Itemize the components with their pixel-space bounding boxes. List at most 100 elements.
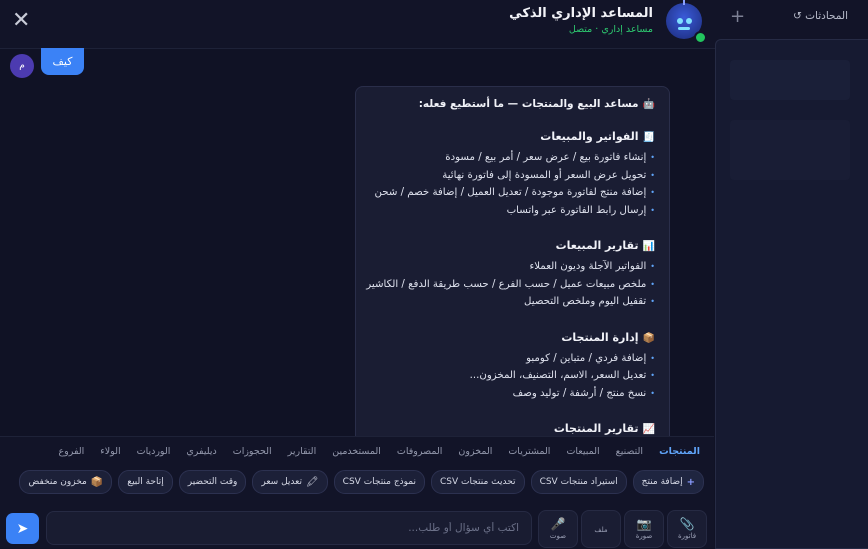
section-title-text: تقارير المبيعات <box>555 239 639 252</box>
chip-label: وقت التحضير <box>187 477 238 487</box>
close-icon[interactable]: ✕ <box>12 8 30 33</box>
bar-chart-icon: 📊 <box>642 241 655 252</box>
conversations-sidebar <box>715 39 868 549</box>
camera-icon: 📷 <box>636 517 652 531</box>
online-status-dot <box>694 31 707 44</box>
tool-label: صورة <box>635 532 653 540</box>
assistant-title: المساعد الإداري الذكي <box>509 6 653 21</box>
assistant-status: مساعد إداري · متصل <box>568 24 653 35</box>
section-title-text: إدارة المنتجات <box>561 330 639 344</box>
receipt-icon: 🧾 <box>642 132 655 143</box>
composer: ➤ 🎤صوت ملف 📷صورة 📎فاتورة <box>0 507 714 548</box>
list-item: نسخ منتج / أرشفة / توليد وصف <box>356 385 655 403</box>
tool-label: فاتورة <box>677 532 697 540</box>
chip-label: مخزون منخفض <box>28 477 87 487</box>
section-products-reports: 📈تقارير المنتجات <box>356 422 655 435</box>
tab-manufacturing[interactable]: التصنيع <box>608 446 651 457</box>
crayon-icon: 🖍 <box>305 476 319 488</box>
history-label[interactable]: ↺ المحادثات <box>789 10 848 22</box>
plus-icon: + <box>686 476 695 488</box>
section-sales-reports: 📊تقارير المبيعات الفواتير الآجلة وديون ا… <box>356 239 655 311</box>
section-invoices: 🧾الفواتير والمبيعات إنشاء فاتورة بيع / ع… <box>356 130 655 219</box>
package-icon: 📦 <box>90 476 104 488</box>
trend-chart-icon: 📈 <box>642 424 655 435</box>
section-title: 📊تقارير المبيعات <box>356 239 655 252</box>
tab-sales[interactable]: المبيعات <box>558 446 607 457</box>
section-title: 📈تقارير المنتجات <box>356 422 655 435</box>
section-title-text: تقارير المنتجات <box>553 422 639 435</box>
send-icon: ➤ <box>16 520 29 537</box>
tab-shifts[interactable]: الورديات <box>129 446 179 457</box>
send-button[interactable]: ➤ <box>6 513 39 544</box>
list-item: الفواتير الآجلة وديون العملاء <box>356 258 655 276</box>
conversation-placeholder <box>730 120 850 180</box>
package-icon: 📦 <box>642 332 655 344</box>
microphone-icon: 🎤 <box>550 517 566 531</box>
bot-message: 🤖مساعد البيع والمنتجات — ما أستطيع فعله:… <box>355 86 670 436</box>
bottom-panel: المنتجات التصنيع المبيعات المشتريات المخ… <box>0 436 714 548</box>
chat-area: م كيف 🤖مساعد البيع والمنتجات — ما أستطيع… <box>0 48 714 436</box>
sale-availability-chip[interactable]: إتاحة البيع <box>118 470 173 494</box>
list-item: تعديل السعر، الاسم، التصنيف، المخزون... <box>356 367 655 385</box>
invoice-button[interactable]: 📎 فاتورة <box>667 510 707 548</box>
section-title-text: الفواتير والمبيعات <box>540 130 639 143</box>
robot-antenna <box>683 0 685 5</box>
bot-avatar <box>666 0 707 44</box>
assistant-title-block: المساعد الإداري الذكي مساعد إداري · متصل <box>509 6 653 35</box>
robot-eye-left <box>677 18 683 24</box>
quick-actions: + إضافة منتج استيراد منتجات CSV تحديث منت… <box>19 470 704 494</box>
file-button[interactable]: ملف <box>581 510 621 548</box>
user-avatar: م <box>10 54 34 78</box>
tab-inventory[interactable]: المخزون <box>450 446 500 457</box>
bot-message-heading: 🤖مساعد البيع والمنتجات — ما أستطيع فعله: <box>356 98 655 110</box>
tab-purchases[interactable]: المشتريات <box>500 446 558 457</box>
edit-price-chip[interactable]: 🖍 تعديل سعر <box>252 470 328 494</box>
chip-label: استيراد منتجات CSV <box>539 477 618 487</box>
update-csv-chip[interactable]: تحديث منتجات CSV <box>431 470 525 494</box>
csv-template-chip[interactable]: نموذج منتجات CSV <box>333 470 426 494</box>
robot-icon: 🤖 <box>642 99 655 110</box>
tool-label: صوت <box>549 532 567 540</box>
history-icon: ↺ <box>792 10 802 22</box>
chip-label: إضافة منتج <box>641 477 683 487</box>
history-label-text: المحادثات <box>805 10 848 22</box>
category-tabs: المنتجات التصنيع المبيعات المشتريات المخ… <box>50 446 700 457</box>
prep-time-chip[interactable]: وقت التحضير <box>178 470 247 494</box>
bot-heading-text: مساعد البيع والمنتجات — ما أستطيع فعله: <box>418 98 639 110</box>
list-item: إضافة منتج لفاتورة موجودة / تعديل العميل… <box>356 184 655 202</box>
import-csv-chip[interactable]: استيراد منتجات CSV <box>530 470 627 494</box>
conversation-placeholder <box>730 60 850 100</box>
voice-button[interactable]: 🎤 صوت <box>538 510 578 548</box>
tool-label: ملف <box>594 526 608 534</box>
tab-delivery[interactable]: ديليفري <box>178 446 224 457</box>
tab-loyalty[interactable]: الولاء <box>92 446 128 457</box>
tab-branches[interactable]: الفروع <box>50 446 92 457</box>
tab-users[interactable]: المستخدمين <box>324 446 389 457</box>
list-item: إرسال رابط الفاتورة عبر واتساب <box>356 202 655 220</box>
tab-products[interactable]: المنتجات <box>651 446 700 457</box>
section-title: 📦إدارة المنتجات <box>356 331 655 344</box>
tab-expenses[interactable]: المصروفات <box>389 446 450 457</box>
list-item: إضافة فردي / متباين / كومبو <box>356 350 655 368</box>
message-input[interactable] <box>46 511 532 545</box>
list-item: تقفيل اليوم وملخص التحصيل <box>356 293 655 311</box>
chip-label: نموذج منتجات CSV <box>342 477 417 487</box>
section-products-management: 📦إدارة المنتجات إضافة فردي / متباين / كو… <box>356 331 655 403</box>
list-item: تحويل عرض السعر أو المسودة إلى فاتورة نه… <box>356 167 655 185</box>
tab-reports[interactable]: التقارير <box>280 446 325 457</box>
chip-label: تعديل سعر <box>261 477 302 487</box>
paperclip-icon: 📎 <box>679 517 695 531</box>
list-item: إنشاء فاتورة بيع / عرض سعر / أمر بيع / م… <box>356 149 655 167</box>
low-stock-chip[interactable]: 📦 مخزون منخفض <box>19 470 113 494</box>
tab-reservations[interactable]: الحجوزات <box>225 446 280 457</box>
list-item: ملخص مبيعات عميل / حسب الفرع / حسب طريقة… <box>356 276 655 294</box>
user-message: كيف <box>41 48 84 75</box>
history-header[interactable]: ↺ المحادثات <box>716 6 868 30</box>
robot-eye-right <box>686 18 692 24</box>
add-product-chip[interactable]: + إضافة منتج <box>632 470 704 494</box>
section-title: 🧾الفواتير والمبيعات <box>356 130 655 143</box>
chip-label: إتاحة البيع <box>127 477 164 487</box>
robot-mouth <box>678 27 690 30</box>
image-button[interactable]: 📷 صورة <box>624 510 664 548</box>
chip-label: تحديث منتجات CSV <box>440 477 516 487</box>
